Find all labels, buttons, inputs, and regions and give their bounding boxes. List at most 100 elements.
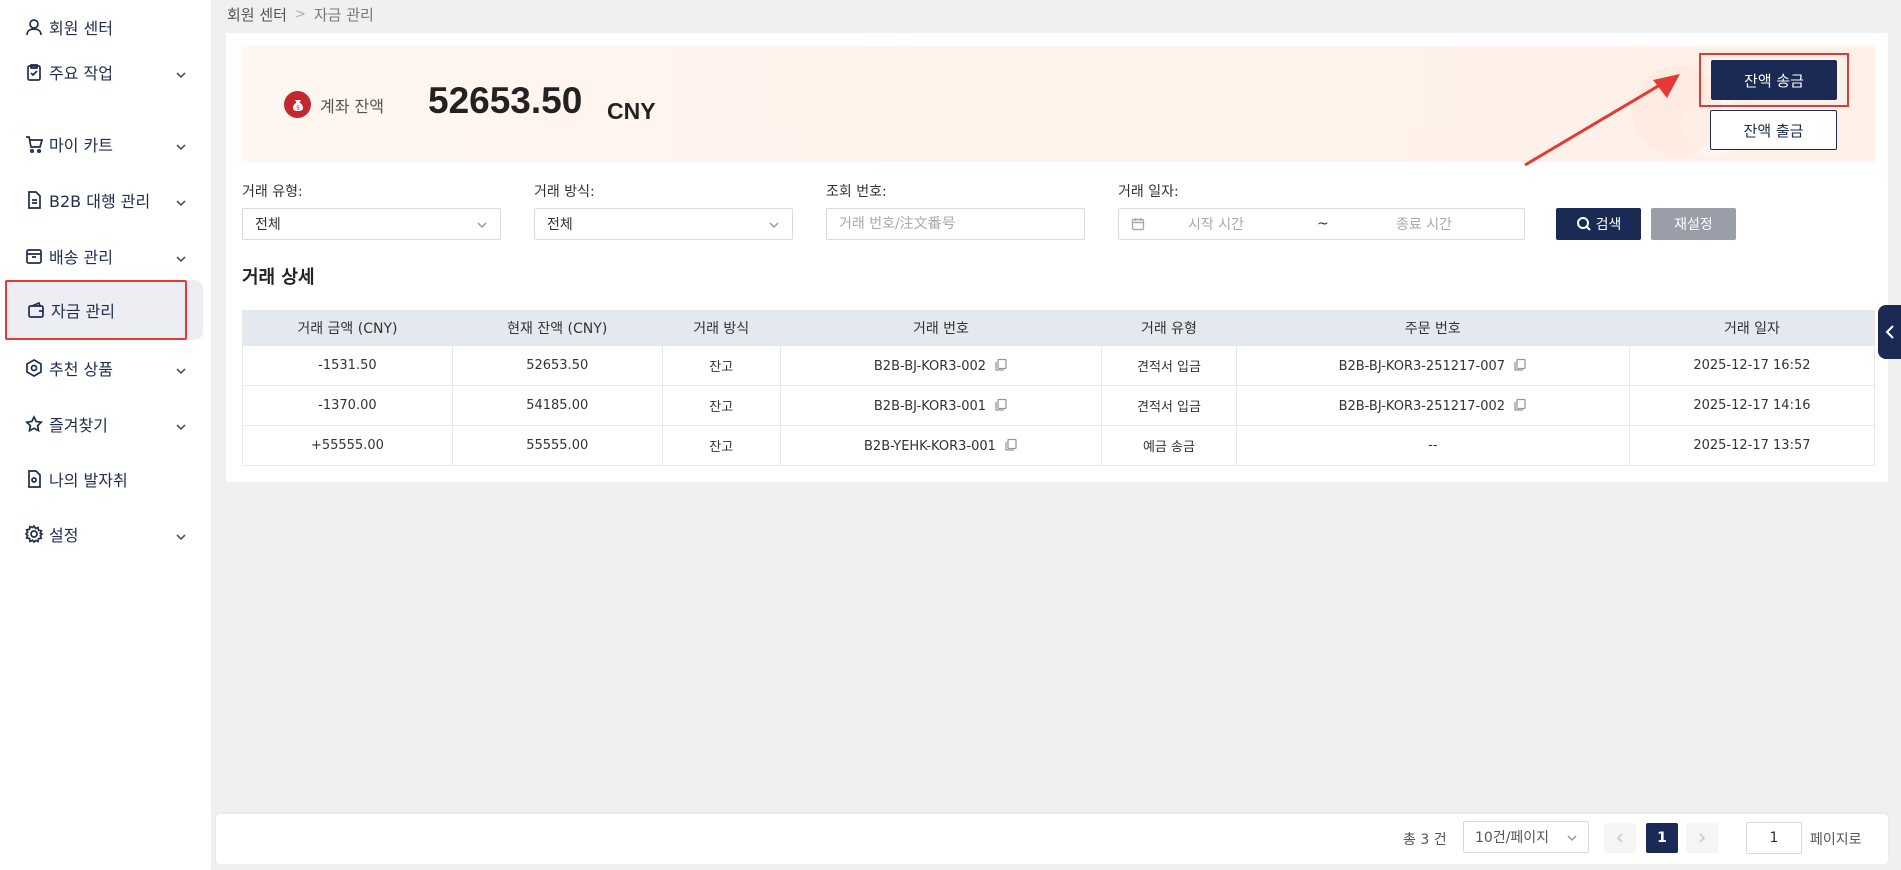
sidebar-item-b2b-agency[interactable]: B2B 대행 관리 <box>5 171 205 229</box>
copy-icon[interactable] <box>1513 358 1527 372</box>
cart-icon <box>23 133 45 155</box>
amount-cell: -1370.00 <box>242 385 453 426</box>
sidebar-item-shipping[interactable]: 배송 관리 <box>5 227 205 285</box>
clipboard-check-icon <box>23 61 45 83</box>
balance-transfer-button[interactable]: 잔액 송금 <box>1711 60 1837 100</box>
date-end-placeholder[interactable]: 종료 시간 <box>1396 214 1452 234</box>
chevron-down-icon <box>175 362 187 375</box>
sidebar-item-label: 추천 상품 <box>49 360 113 379</box>
transaction-type-select[interactable]: 전체 <box>242 208 501 240</box>
reset-button[interactable]: 재설정 <box>1651 208 1736 240</box>
page-size-value: 10건/페이지 <box>1475 830 1550 846</box>
method-cell: 잔고 <box>661 345 781 386</box>
sidebar-item-recommended[interactable]: 추천 상품 <box>5 339 205 397</box>
column-header: 거래 일자 <box>1628 310 1876 346</box>
type-cell: 예금 송금 <box>1101 425 1237 466</box>
copy-icon[interactable] <box>994 398 1008 412</box>
sidebar-item-fund-management[interactable]: 자금 관리 <box>5 280 187 340</box>
column-header: 거래 방식 <box>661 310 781 346</box>
table-row: -1531.50 52653.50 잔고 B2B-BJ-KOR3-002 견적서… <box>242 345 1876 386</box>
chevron-down-icon <box>175 66 187 79</box>
column-header: 거래 유형 <box>1101 310 1237 346</box>
page-number-button[interactable]: 1 <box>1646 823 1678 853</box>
sidebar-item-label: 즐겨찾기 <box>49 416 108 435</box>
active-indicator <box>187 280 203 340</box>
column-header: 현재 잔액 (CNY) <box>451 310 663 346</box>
balance-withdraw-button[interactable]: 잔액 출금 <box>1710 110 1837 150</box>
section-title: 거래 상세 <box>242 267 315 288</box>
sidebar-item-main-tasks[interactable]: 주요 작업 <box>5 43 205 101</box>
chevron-left-icon <box>1616 833 1623 843</box>
txn-number-cell: B2B-BJ-KOR3-002 <box>779 345 1103 386</box>
sidebar-item-my-cart[interactable]: 마이 카트 <box>5 115 205 173</box>
page-size-select[interactable]: 10건/페이지 <box>1463 821 1589 853</box>
table-header-row: 거래 금액 (CNY) 현재 잔액 (CNY) 거래 방식 거래 번호 거래 유… <box>242 310 1876 346</box>
page-jump-input[interactable]: 1 <box>1746 822 1802 854</box>
txn-number-cell: B2B-BJ-KOR3-001 <box>779 385 1103 426</box>
badge-icon <box>23 357 45 379</box>
transaction-method-label: 거래 방식: <box>534 184 595 200</box>
order-number-cell: -- <box>1235 425 1630 466</box>
lookup-number-input[interactable] <box>839 216 1084 232</box>
date-range-picker[interactable]: 시작 시간 ~ 종료 시간 <box>1118 208 1525 240</box>
sidebar-item-label: 배송 관리 <box>49 248 113 267</box>
sidebar-item-settings[interactable]: 설정 <box>5 505 205 563</box>
type-cell: 견적서 입금 <box>1101 345 1237 386</box>
sidebar-item-favorites[interactable]: 즐겨찾기 <box>5 395 205 453</box>
breadcrumb-separator: > <box>294 7 306 22</box>
breadcrumb: 회원 센터 > 자금 관리 <box>227 4 374 25</box>
prev-page-button[interactable] <box>1604 823 1636 853</box>
balance-currency: CNY <box>607 98 656 124</box>
type-cell: 견적서 입금 <box>1101 385 1237 426</box>
pagination-total: 총 3 건 <box>1403 832 1447 848</box>
order-number-cell: B2B-BJ-KOR3-251217-002 <box>1235 385 1630 426</box>
transaction-table: 거래 금액 (CNY) 현재 잔액 (CNY) 거래 방식 거래 번호 거래 유… <box>242 310 1876 466</box>
document-icon <box>23 189 45 211</box>
copy-icon[interactable] <box>1004 438 1018 452</box>
copy-icon[interactable] <box>994 358 1008 372</box>
panel-collapse-tab[interactable] <box>1878 305 1901 359</box>
txn-number: B2B-BJ-KOR3-001 <box>873 398 987 414</box>
chevron-down-icon <box>768 219 780 231</box>
sidebar-item-label: 회원 센터 <box>49 19 113 38</box>
chevron-down-icon <box>175 138 187 151</box>
chevron-down-icon <box>175 528 187 541</box>
sidebar-item-my-footprint[interactable]: 나의 발자취 <box>5 450 205 508</box>
search-button[interactable]: 검색 <box>1556 208 1641 240</box>
chevron-down-icon <box>175 250 187 263</box>
next-page-button[interactable] <box>1686 823 1718 853</box>
money-bag-icon: $ <box>284 91 311 118</box>
order-number: B2B-BJ-KOR3-251217-002 <box>1338 398 1506 414</box>
sidebar-item-label: 자금 관리 <box>51 302 115 321</box>
txn-number: B2B-BJ-KOR3-002 <box>873 358 987 374</box>
breadcrumb-root[interactable]: 회원 센터 <box>227 4 287 25</box>
sidebar-item-label: B2B 대행 관리 <box>49 192 151 211</box>
table-row: +55555.00 55555.00 잔고 B2B-YEHK-KOR3-001 … <box>242 425 1876 466</box>
order-number-cell: B2B-BJ-KOR3-251217-007 <box>1235 345 1630 386</box>
order-number: B2B-BJ-KOR3-251217-007 <box>1338 358 1506 374</box>
method-cell: 잔고 <box>661 425 781 466</box>
lookup-number-field[interactable] <box>826 208 1085 240</box>
transaction-method-value: 전체 <box>547 217 573 233</box>
page-jump-label: 페이지로 <box>1810 832 1862 848</box>
gear-icon <box>23 523 45 545</box>
sidebar-item-label: 설정 <box>49 526 79 545</box>
method-cell: 잔고 <box>661 385 781 426</box>
date-range-separator: ~ <box>1317 216 1329 232</box>
user-icon <box>23 16 45 38</box>
column-header: 주문 번호 <box>1235 310 1630 346</box>
sidebar: 회원 센터 주요 작업 마이 카트 B2B 대행 관리 배송 관리 자금 관리 … <box>0 0 211 870</box>
date-start-placeholder[interactable]: 시작 시간 <box>1188 214 1244 234</box>
box-icon <box>23 245 45 267</box>
amount-cell: -1531.50 <box>242 345 453 386</box>
copy-icon[interactable] <box>1513 398 1527 412</box>
chevron-down-icon <box>476 219 488 231</box>
balance-amount: 52653.50 <box>428 80 583 121</box>
lookup-number-label: 조회 번호: <box>826 184 887 200</box>
chevron-down-icon <box>175 418 187 431</box>
column-header: 거래 금액 (CNY) <box>242 310 453 346</box>
balance-cell: 52653.50 <box>451 345 663 386</box>
star-icon <box>23 413 45 435</box>
chevron-right-icon <box>1699 833 1706 843</box>
transaction-method-select[interactable]: 전체 <box>534 208 793 240</box>
